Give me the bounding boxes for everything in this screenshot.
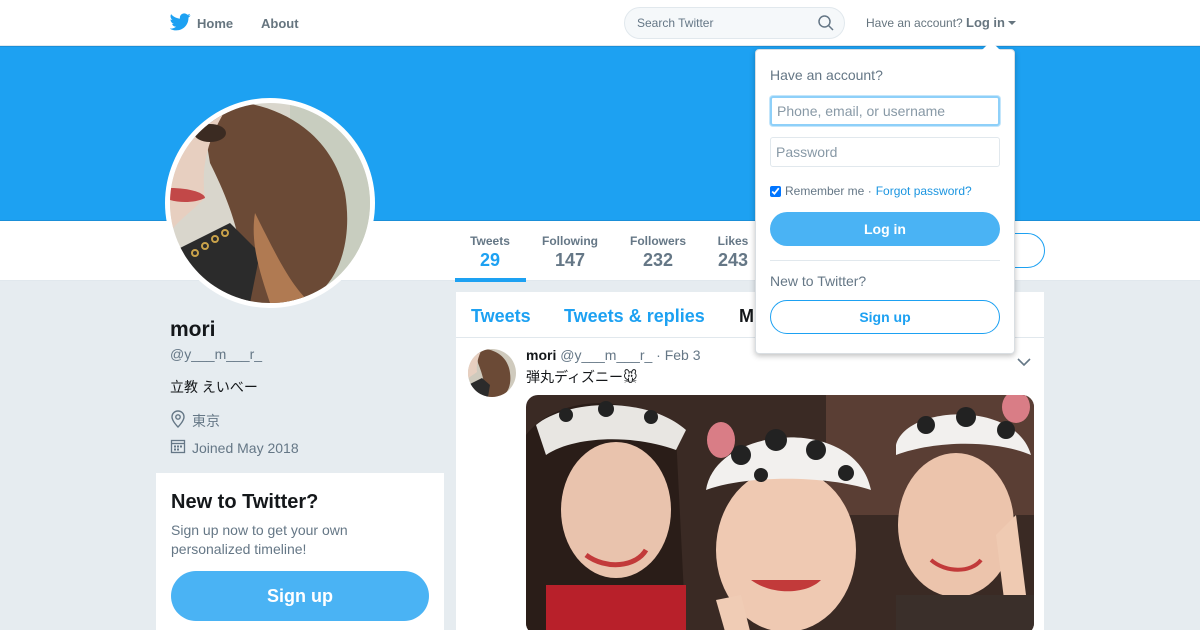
signup-card-title: New to Twitter? bbox=[171, 491, 319, 513]
tweet-avatar[interactable] bbox=[468, 349, 516, 397]
stat-label: Likes bbox=[717, 234, 749, 248]
search-box bbox=[624, 7, 845, 39]
stat-value: 29 bbox=[479, 250, 501, 270]
stat-following[interactable]: Following 147 bbox=[538, 234, 602, 271]
username-field[interactable] bbox=[770, 96, 1000, 126]
avatar[interactable] bbox=[170, 103, 370, 303]
divider bbox=[770, 260, 1000, 261]
profile-name[interactable]: mori bbox=[170, 318, 216, 342]
tab-media[interactable]: M bbox=[739, 306, 754, 327]
signup-card-button[interactable]: Sign up bbox=[171, 571, 429, 621]
stat-followers[interactable]: Followers 232 bbox=[626, 234, 690, 271]
stat-label: Tweets bbox=[470, 234, 510, 248]
stat-tweets[interactable]: Tweets 29 bbox=[465, 234, 515, 271]
dropdown-title: Have an account? bbox=[770, 67, 883, 83]
tweet-date[interactable]: · Feb 3 bbox=[656, 347, 700, 363]
tweet-text: 弾丸ディズニー🐭 bbox=[526, 369, 638, 385]
login-menu-toggle[interactable]: Log in bbox=[966, 15, 1016, 30]
password-field[interactable] bbox=[770, 137, 1000, 167]
nav-about[interactable]: About bbox=[261, 16, 299, 31]
nav-home[interactable]: Home bbox=[169, 13, 234, 34]
stat-likes[interactable]: Likes 243 bbox=[713, 234, 753, 271]
chevron-down-icon[interactable] bbox=[1017, 354, 1031, 372]
search-icon[interactable] bbox=[818, 15, 834, 36]
tweet-author-name[interactable]: mori bbox=[526, 347, 556, 363]
location-text: 東京 bbox=[192, 412, 220, 429]
twitter-bird-icon bbox=[169, 13, 191, 34]
active-tab-indicator bbox=[455, 278, 526, 282]
remember-me-row: Remember me · Forgot password? bbox=[770, 184, 972, 198]
tweet-photo[interactable] bbox=[526, 395, 1034, 630]
signup-button[interactable]: Sign up bbox=[770, 300, 1000, 334]
calendar-icon bbox=[170, 438, 186, 457]
have-account-text: Have an account? bbox=[866, 16, 963, 30]
top-navigation: Home About Have an account? Log in bbox=[0, 0, 1200, 46]
caret-down-icon bbox=[1008, 21, 1016, 25]
stat-value: 232 bbox=[642, 250, 674, 270]
signup-card-text: Sign up now to get your own personalized… bbox=[171, 522, 348, 557]
remember-me-checkbox[interactable] bbox=[770, 185, 781, 197]
joined-text: Joined May 2018 bbox=[192, 439, 299, 456]
tweet-author-handle[interactable]: @y___m___r_ bbox=[560, 347, 652, 363]
remember-me-label: Remember me · bbox=[785, 184, 872, 198]
nav-home-label: Home bbox=[197, 16, 234, 31]
location-icon bbox=[170, 410, 186, 431]
profile-avatar-frame bbox=[165, 98, 375, 308]
login-label: Log in bbox=[966, 15, 1005, 30]
tab-tweets[interactable]: Tweets bbox=[471, 306, 531, 327]
login-dropdown: Have an account? Remember me · Forgot pa… bbox=[755, 41, 1015, 354]
profile-bio: 立教 えいべー bbox=[170, 379, 258, 395]
login-button[interactable]: Log in bbox=[770, 212, 1000, 246]
stat-label: Followers bbox=[629, 234, 686, 248]
stat-value: 243 bbox=[717, 250, 749, 270]
search-input[interactable] bbox=[637, 14, 817, 32]
tab-tweets-replies[interactable]: Tweets & replies bbox=[564, 306, 705, 327]
tweet-header: mori @y___m___r_ · Feb 3 bbox=[526, 347, 701, 363]
profile-handle[interactable]: @y___m___r_ bbox=[170, 346, 262, 362]
stat-value: 147 bbox=[554, 250, 586, 270]
stat-label: Following bbox=[542, 234, 598, 248]
profile-joined: Joined May 2018 bbox=[170, 438, 299, 457]
signup-card: New to Twitter? Sign up now to get your … bbox=[156, 473, 444, 630]
profile-location: 東京 bbox=[170, 410, 220, 431]
new-to-twitter-text: New to Twitter? bbox=[770, 273, 867, 289]
tweet[interactable]: mori @y___m___r_ · Feb 3 弾丸ディズニー🐭 bbox=[456, 339, 1044, 630]
forgot-password-link[interactable]: Forgot password? bbox=[876, 184, 972, 198]
